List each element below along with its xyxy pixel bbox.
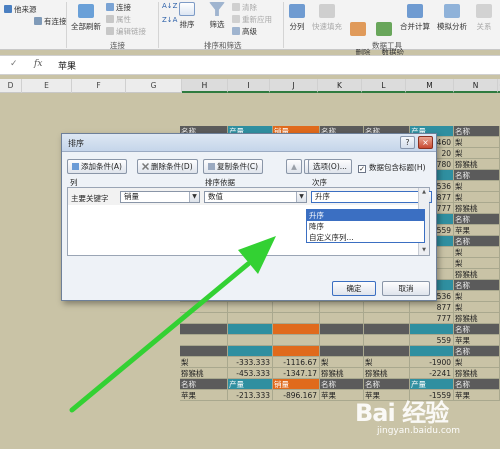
annotation-arrow [69,236,276,413]
baidu-watermark: Bai 经验 jingyan.baidu.com [355,393,495,445]
watermark-url: jingyan.baidu.com [377,426,461,436]
arrow-shaft [69,261,251,413]
watermark-logo: Bai 经验 [355,399,449,427]
